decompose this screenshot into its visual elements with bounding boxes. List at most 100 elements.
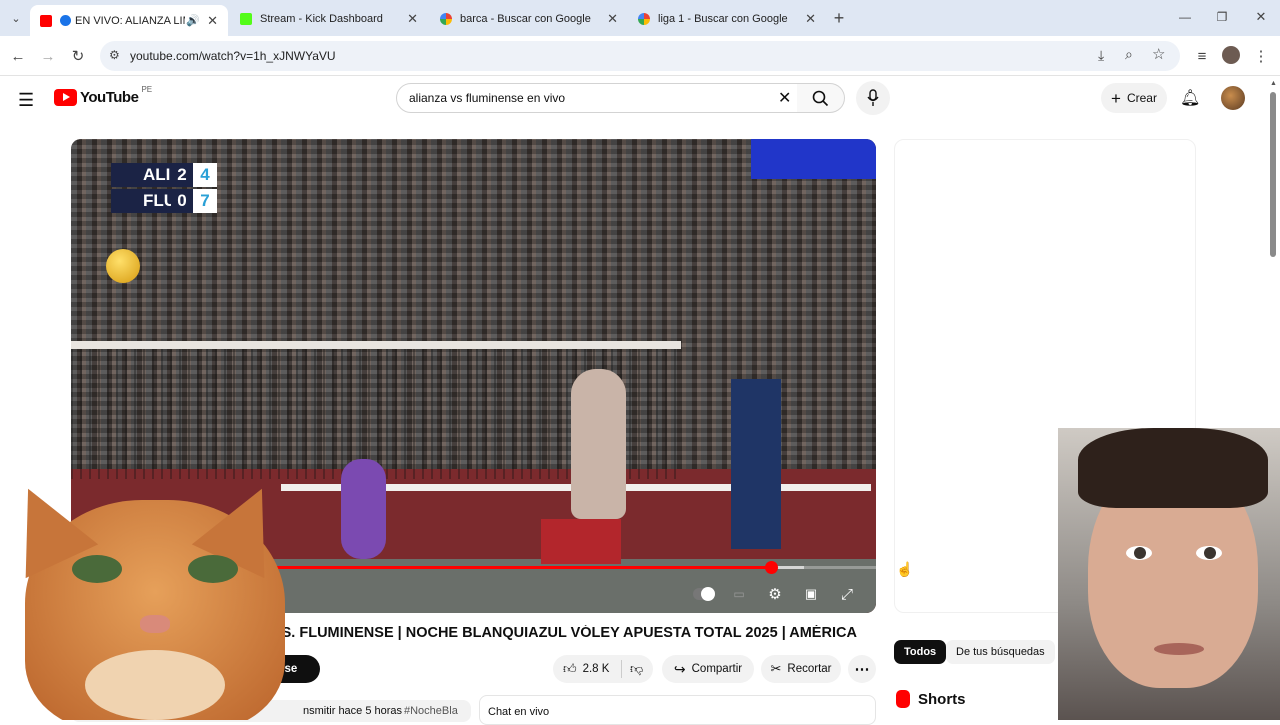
zoom-icon[interactable]: ⌕ — [1125, 46, 1133, 63]
share-icon: ↪ — [673, 660, 686, 677]
url-text[interactable]: youtube.com/watch?v=1h_xJNWYaVU — [130, 49, 336, 63]
tab-title: barca - Buscar con Google — [460, 12, 591, 25]
cat-eye-right — [188, 555, 238, 583]
description-meta: nsmitir hace 5 horas — [303, 705, 403, 717]
subtitles-icon[interactable]: ▭ — [727, 583, 751, 605]
tab-title: Stream - Kick Dashboard — [260, 12, 383, 25]
player-figure — [571, 369, 626, 519]
logo-text: YouTube — [80, 89, 139, 106]
bookmark-star-icon[interactable]: ☆ — [1152, 45, 1165, 63]
scissors-icon: ✂ — [770, 661, 782, 676]
search-input[interactable]: alianza vs fluminense en vivo ✕ — [396, 83, 798, 113]
kick-favicon-icon — [240, 12, 252, 25]
chip-todos[interactable]: Todos — [894, 640, 947, 664]
clip-label: Recortar — [787, 663, 832, 675]
live-chat-header[interactable]: Chat en vivo — [479, 695, 876, 725]
like-icon[interactable]: 👍︎ — [563, 661, 577, 677]
microphone-icon — [867, 89, 879, 106]
mouth-shape — [1154, 643, 1204, 655]
minimize-button[interactable]: — — [1175, 7, 1195, 27]
voice-search-button[interactable] — [856, 81, 890, 115]
team-points: 4 — [193, 163, 217, 187]
youtube-favicon-icon — [40, 14, 52, 27]
scrollbar-thumb[interactable] — [1270, 92, 1276, 257]
tab-active[interactable]: EN VIVO: ALIANZA LIM 🔊 ✕ — [30, 5, 228, 36]
chip-search-history[interactable]: De tus búsquedas — [946, 640, 1055, 664]
tab-google-liga1[interactable]: liga 1 - Buscar con Google ✕ — [628, 5, 826, 32]
search-button[interactable] — [797, 83, 845, 113]
tab-kick[interactable]: Stream - Kick Dashboard ✕ — [230, 5, 428, 32]
dislike-icon[interactable]: 👎︎ — [630, 661, 643, 677]
mouse-cursor-hand-icon: ☝ — [896, 561, 914, 577]
create-label: Crear — [1126, 91, 1157, 105]
player-shorts — [541, 519, 621, 564]
more-actions-button[interactable]: ⋯ — [848, 655, 876, 683]
profile-avatar[interactable] — [1222, 46, 1240, 64]
scoreboard-row-away: FLU 0 7 — [111, 189, 251, 213]
forward-icon[interactable]: → — [38, 46, 58, 66]
share-button[interactable]: ↪ Compartir — [662, 655, 754, 683]
close-tab-icon[interactable]: ✕ — [607, 11, 618, 27]
tab-title: liga 1 - Buscar con Google — [658, 12, 788, 25]
youtube-play-icon — [54, 89, 77, 106]
close-tab-icon[interactable]: ✕ — [407, 11, 418, 27]
shorts-label: Shorts — [918, 690, 966, 708]
notifications-bell-icon[interactable]: 🔔︎ — [1180, 88, 1200, 108]
browser-menu-icon[interactable]: ⋮ — [1251, 46, 1271, 66]
scoreboard: ALI 2 4 FLU 0 7 — [111, 161, 251, 213]
autoplay-toggle[interactable] — [691, 583, 717, 605]
hamburger-menu-icon[interactable]: ☰ — [18, 90, 34, 111]
reload-icon[interactable]: ↻ — [68, 46, 88, 66]
recording-icon — [60, 15, 71, 26]
streamer-face-overlay — [1058, 428, 1280, 720]
video-title: A VS. FLUMINENSE | NOCHE BLANQUIAZUL VÓL… — [258, 625, 857, 641]
team-sets: 0 — [171, 189, 193, 213]
browser-tab-bar: ⌄ EN VIVO: ALIANZA LIM 🔊 ✕ Stream - Kick… — [0, 0, 1280, 36]
plus-icon: + — [1111, 88, 1121, 108]
tab-google-barca[interactable]: barca - Buscar con Google ✕ — [430, 5, 628, 32]
install-app-icon[interactable]: ⤓ — [1098, 47, 1104, 64]
theater-mode-icon[interactable]: ▣ — [799, 583, 823, 605]
back-icon[interactable]: ← — [8, 46, 28, 66]
fullscreen-icon[interactable]: ⤢ — [835, 583, 859, 605]
description-hashtag[interactable]: #NocheBla — [404, 705, 458, 717]
create-button[interactable]: + Crear — [1101, 83, 1167, 113]
youtube-logo[interactable]: YouTube PE — [54, 85, 152, 106]
video-banner — [751, 139, 876, 179]
referee-stand — [731, 379, 781, 549]
search-icon — [812, 90, 829, 107]
cat-muzzle — [85, 650, 225, 720]
team-sets: 2 — [171, 163, 193, 187]
share-label: Compartir — [691, 663, 743, 675]
volleyball-ball — [106, 249, 140, 283]
hair-shape — [1078, 428, 1268, 508]
close-tab-icon[interactable]: ✕ — [207, 13, 218, 29]
google-favicon-icon — [638, 12, 650, 25]
cat-overlay — [0, 470, 305, 720]
shorts-section-header: Shorts — [896, 690, 966, 708]
google-favicon-icon — [440, 12, 452, 25]
scroll-up-icon[interactable]: ▲ — [1270, 80, 1277, 87]
like-count: 2.8 K — [582, 663, 610, 675]
search-query: alianza vs fluminense en vivo — [409, 91, 566, 105]
close-tab-icon[interactable]: ✕ — [805, 11, 816, 27]
chip-label: Todos — [904, 646, 937, 658]
account-avatar[interactable] — [1221, 86, 1245, 110]
maximize-button[interactable]: ❐ — [1212, 7, 1232, 27]
team-points: 7 — [193, 189, 217, 213]
live-chat-label: Chat en vivo — [488, 706, 550, 718]
team-name: ALI — [111, 163, 171, 187]
cat-nose — [140, 615, 170, 633]
new-tab-button[interactable]: + — [829, 8, 849, 28]
close-window-button[interactable]: ✕ — [1251, 7, 1271, 27]
clip-button[interactable]: ✂ Recortar — [761, 655, 841, 683]
omnibox[interactable]: ⚙ youtube.com/watch?v=1h_xJNWYaVU ⤓ ⌕ ☆ — [100, 41, 1180, 71]
settings-gear-icon[interactable]: ⚙ — [763, 583, 787, 605]
clear-search-icon[interactable]: ✕ — [778, 88, 791, 108]
tab-search-icon[interactable]: ⌄ — [6, 8, 26, 28]
speaker-icon[interactable]: 🔊 — [186, 14, 200, 27]
media-controls-icon[interactable]: ≡ — [1192, 46, 1212, 66]
shorts-icon — [896, 690, 910, 708]
site-info-icon[interactable]: ⚙ — [109, 48, 120, 62]
cat-eye-left — [72, 555, 122, 583]
